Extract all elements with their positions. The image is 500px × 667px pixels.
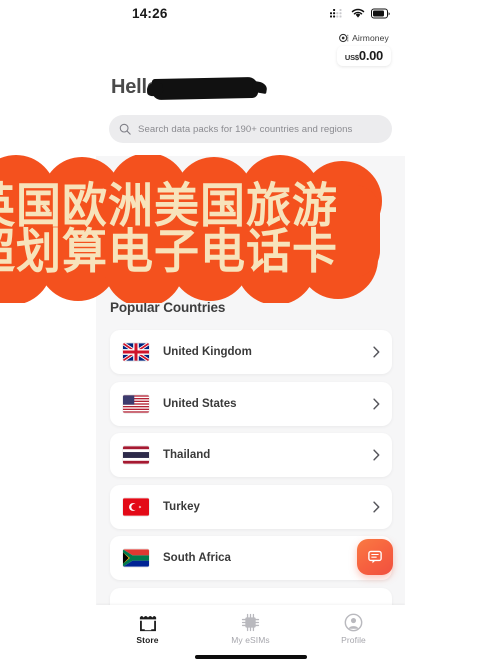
list-item[interactable]: United States (110, 381, 392, 426)
airmoney-widget[interactable]: Airmoney US$ 0.00 (336, 33, 391, 66)
airmoney-currency: US$ (344, 53, 359, 62)
tab-label: Store (136, 635, 159, 645)
search-icon (119, 123, 131, 135)
flag-tr-icon (123, 497, 149, 516)
airmoney-balance-pill[interactable]: US$ 0.00 (336, 46, 391, 66)
home-indicator (194, 655, 307, 659)
country-name: United Kingdom (163, 346, 252, 358)
tab-label: Profile (341, 635, 366, 645)
list-item[interactable]: Thailand (110, 433, 392, 477)
status-bar-clock: 14:26 (132, 6, 168, 21)
airmoney-amount: 0.00 (358, 48, 383, 63)
redacted-username (151, 76, 259, 101)
sim-chip-icon (241, 613, 260, 632)
country-list: United Kingdom United States Thailand Tu… (110, 330, 392, 639)
chevron-right-icon[interactable] (373, 500, 380, 513)
country-name: United States (163, 397, 237, 410)
flag-us-icon (123, 394, 149, 413)
chevron-right-icon[interactable] (373, 346, 380, 358)
country-name: South Africa (163, 552, 231, 564)
search-bar[interactable]: Search data packs for 190+ countries and… (109, 115, 392, 143)
chevron-right-icon[interactable] (373, 397, 380, 410)
battery-icon (371, 8, 390, 19)
search-input[interactable]: Search data packs for 190+ countries and… (138, 124, 352, 135)
store-icon (139, 615, 156, 632)
airmoney-coin-icon (339, 33, 349, 43)
tab-label: My eSIMs (231, 635, 270, 645)
status-bar: 14:26 (96, 0, 405, 30)
wifi-icon (351, 8, 365, 18)
chevron-right-icon[interactable] (373, 449, 380, 461)
list-item[interactable]: United Kingdom (110, 330, 392, 374)
content-scroll-area[interactable]: Popular Countries United Kingdom United … (96, 156, 405, 632)
flag-gb-icon (123, 343, 149, 361)
airmoney-label-row: Airmoney (339, 33, 389, 43)
country-name: Thailand (163, 449, 211, 461)
list-item[interactable]: Turkey (110, 484, 392, 529)
section-heading-popular-countries: Popular Countries (110, 300, 226, 315)
chat-bubble-icon (368, 550, 382, 564)
country-name: Turkey (163, 500, 200, 513)
cellular-signal-icon (330, 9, 342, 18)
chat-support-button[interactable] (357, 539, 393, 575)
profile-icon (344, 613, 363, 632)
list-item[interactable]: South Africa (110, 536, 392, 580)
airmoney-label: Airmoney (352, 33, 389, 43)
flag-th-icon (123, 446, 149, 464)
status-bar-icons (330, 8, 391, 19)
tab-store[interactable]: Store (96, 605, 199, 667)
phone-screen: 14:26 Airmoney US$ 0.00 Hello, Search da… (96, 0, 405, 667)
tab-profile[interactable]: Profile (302, 605, 405, 667)
flag-za-icon (123, 549, 149, 567)
